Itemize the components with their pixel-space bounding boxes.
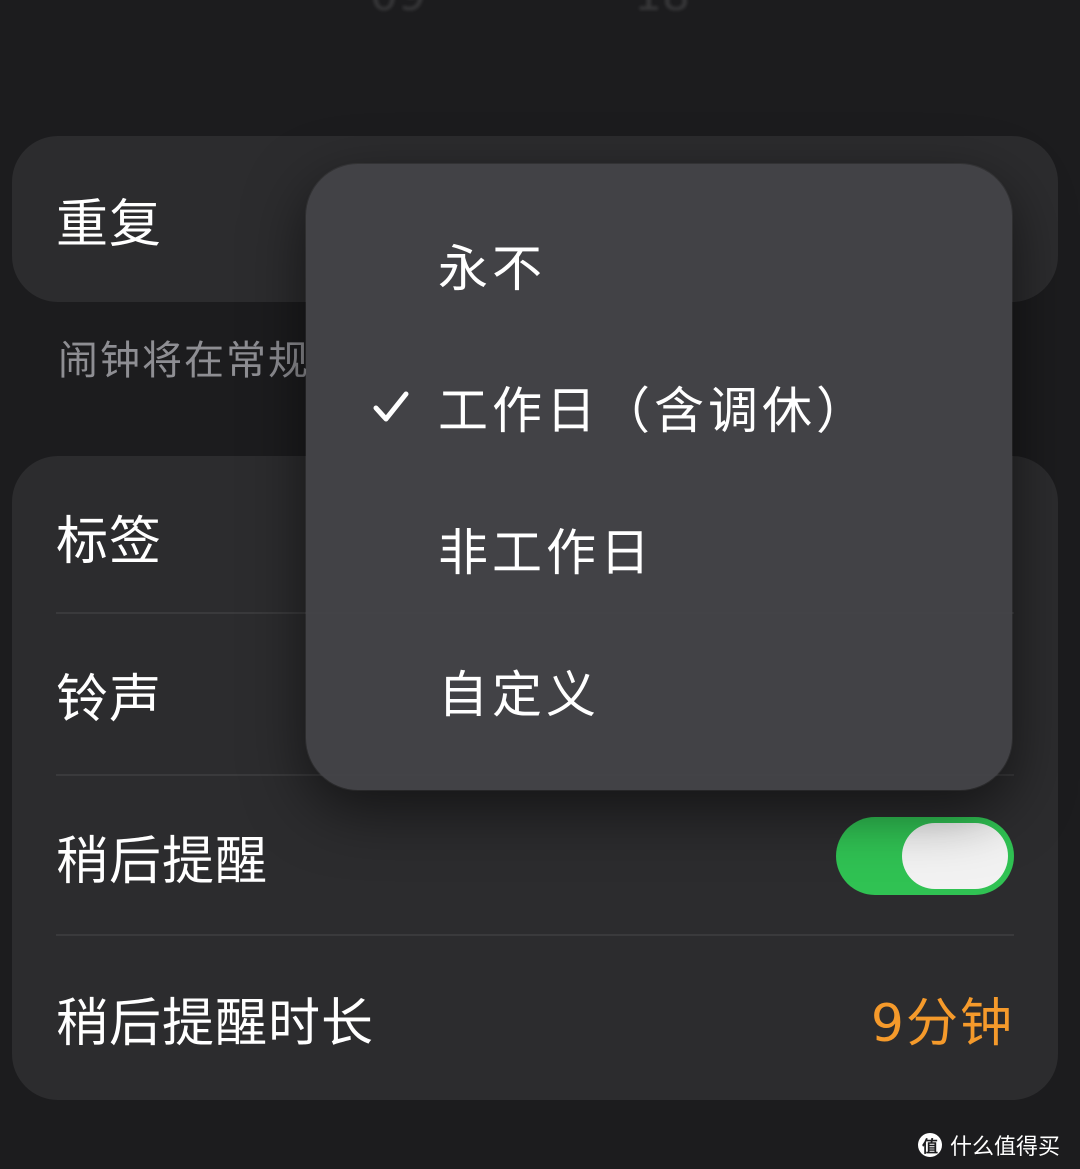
watermark: 值 什么值得买 <box>917 1129 1060 1161</box>
toggle-knob <box>902 823 1008 889</box>
menu-item-label: 非工作日 <box>438 524 654 582</box>
repeat-dropdown-menu: 永不 工作日（含调休） 非工作日 自定义 <box>306 164 1012 790</box>
watermark-text: 什么值得买 <box>949 1135 1060 1160</box>
picker-hour: 09 <box>370 0 426 30</box>
snooze-duration-value: 9分钟 <box>870 993 1014 1054</box>
watermark-logo-icon: 值 <box>917 1133 942 1157</box>
repeat-label: 重复 <box>56 194 163 255</box>
checkmark-icon <box>373 391 409 422</box>
menu-item-custom[interactable]: 自定义 <box>306 620 1012 762</box>
menu-item-label: 工作日（含调休） <box>438 382 870 440</box>
menu-item-non-workdays[interactable]: 非工作日 <box>306 478 1012 620</box>
menu-item-label: 自定义 <box>438 666 600 724</box>
label-row-label: 标签 <box>56 511 163 572</box>
snooze-duration-label: 稍后提醒时长 <box>56 993 375 1054</box>
time-picker-remnant: 09 18 <box>370 0 690 30</box>
snooze-toggle[interactable] <box>836 817 1014 895</box>
picker-minute: 18 <box>634 0 690 30</box>
menu-item-label: 永不 <box>438 240 546 298</box>
snooze-row: 稍后提醒 <box>12 776 1058 936</box>
repeat-footnote: 闹钟将在常规 <box>58 338 310 384</box>
ringtone-label: 铃声 <box>56 669 163 730</box>
menu-item-workdays[interactable]: 工作日（含调休） <box>306 336 1012 478</box>
snooze-duration-row[interactable]: 稍后提醒时长 9分钟 <box>12 938 1058 1098</box>
menu-item-never[interactable]: 永不 <box>306 194 1012 336</box>
snooze-label: 稍后提醒 <box>56 831 269 892</box>
divider <box>56 934 1014 936</box>
